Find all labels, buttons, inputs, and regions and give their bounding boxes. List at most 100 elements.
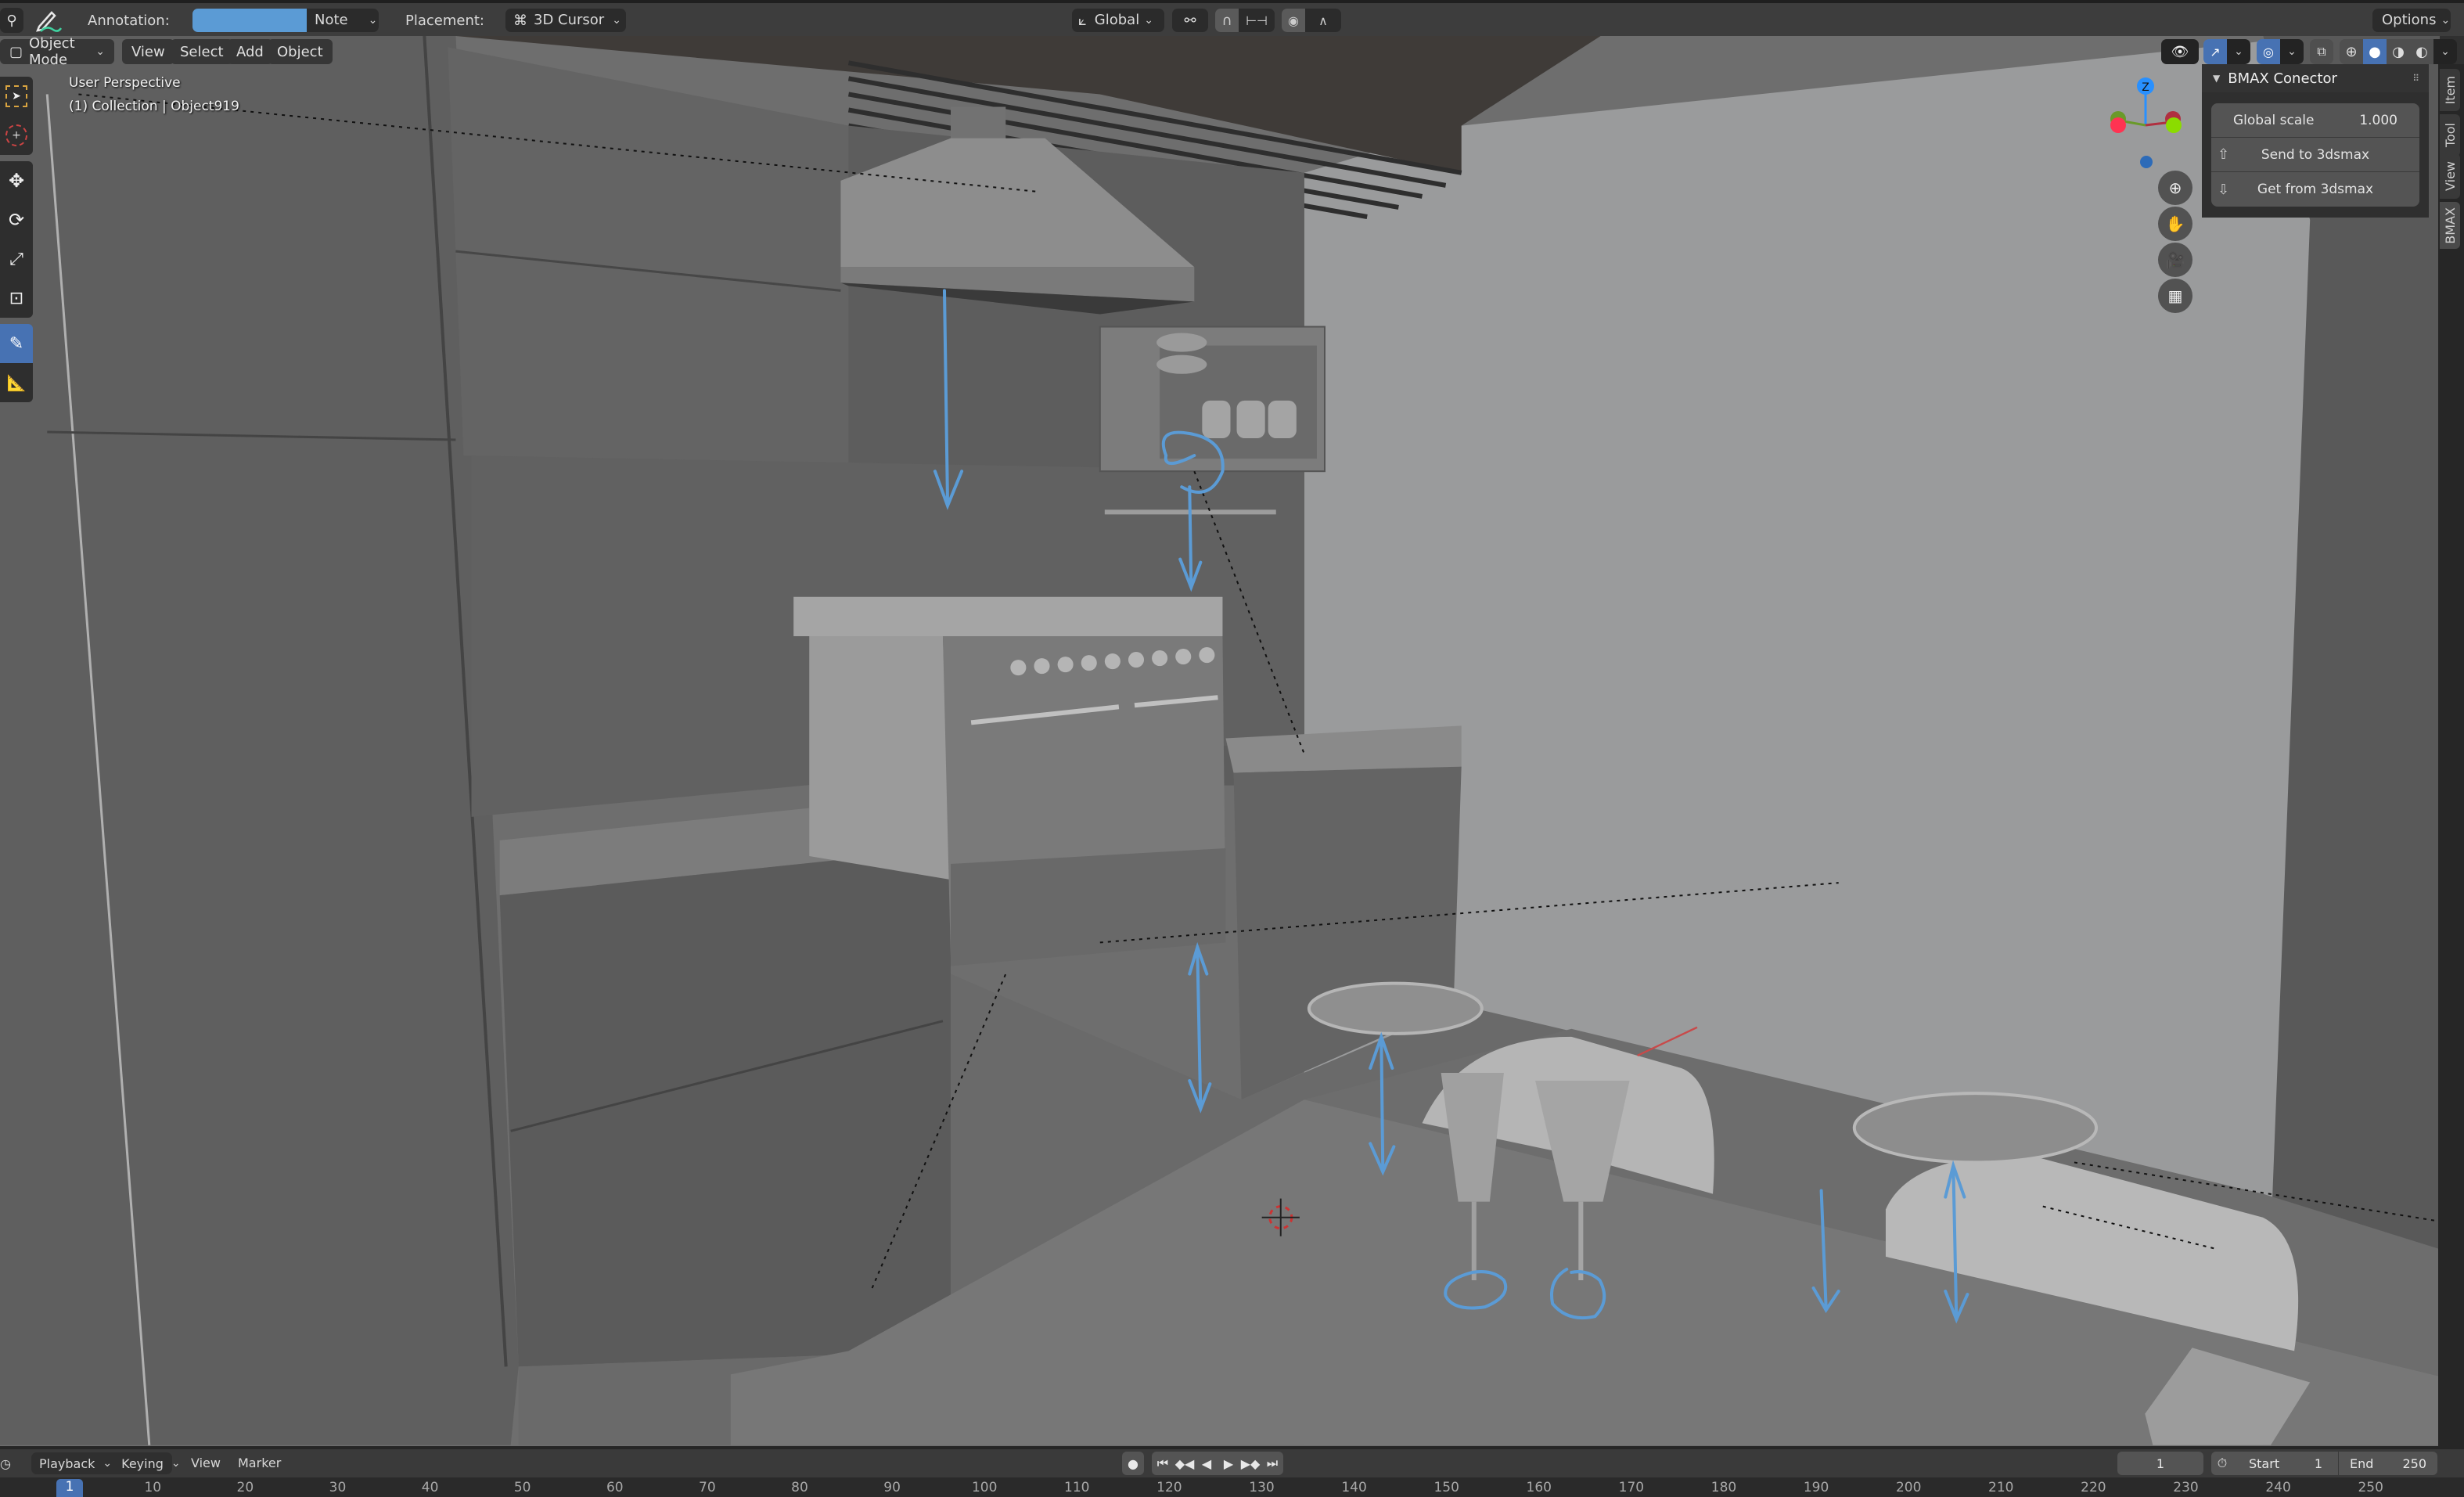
transform-orientation-dropdown[interactable]: ⟀ Global ⌄ <box>1072 9 1164 32</box>
zoom-button[interactable]: ⊕ <box>2158 171 2192 205</box>
prev-keyframe-icon: ◆◀ <box>1174 1456 1195 1471</box>
sidebar-tab-strip <box>2438 64 2464 1446</box>
send-to-3dsmax-button[interactable]: ⇧ Send to 3dsmax <box>2211 138 2419 172</box>
shading-rendered[interactable]: ◐ <box>2410 39 2433 64</box>
gizmo-toggle[interactable]: ↗ <box>2203 39 2227 64</box>
start-frame-field[interactable]: Start 1 <box>2233 1452 2338 1475</box>
menu-playback[interactable]: Playback <box>31 1456 98 1471</box>
menu-add[interactable]: Add <box>227 39 273 64</box>
get-from-3dsmax-button[interactable]: ⇩ Get from 3dsmax <box>2211 172 2419 207</box>
tab-tool[interactable]: Tool <box>2440 114 2460 157</box>
annotate-pencil-icon <box>34 9 63 36</box>
snap-increment-icon: ⊢⊣ <box>1246 13 1268 28</box>
object-mode-dropdown[interactable]: ▢ Object Mode ⌄ <box>0 35 114 68</box>
proportional-editing-toggle[interactable]: ◉ <box>1282 9 1305 32</box>
axis-z-label: Z <box>2142 81 2149 94</box>
options-dropdown[interactable]: Options ⌄ <box>2372 9 2451 32</box>
panel-header[interactable]: ▼ BMAX Conector ⠿ <box>2202 64 2429 92</box>
move-arrows-icon: ✥ <box>8 170 25 192</box>
solid-sphere-icon: ● <box>2369 43 2381 60</box>
menu-view-timeline[interactable]: View <box>191 1456 221 1470</box>
axis-neg-z-handle <box>2140 156 2153 168</box>
pivot-point-dropdown[interactable]: ⚯ <box>1172 9 1208 32</box>
playhead[interactable]: 1 <box>56 1479 83 1497</box>
scene-render[interactable] <box>0 36 2440 1446</box>
gizmo-dropdown[interactable]: ⌄ <box>2227 39 2250 64</box>
annotation-layer-value: Note <box>315 12 348 28</box>
grid-icon: ▦ <box>2167 286 2183 305</box>
drag-grip-icon[interactable]: ⠿ <box>2412 73 2419 84</box>
tab-item[interactable]: Item <box>2440 69 2460 111</box>
pan-button[interactable]: ✋ <box>2158 207 2192 241</box>
camera-icon: 🎥 <box>2165 250 2185 269</box>
selectability-visibility-dropdown[interactable]: 👁 <box>2161 39 2199 64</box>
editor-type-dropdown[interactable]: ◷ <box>0 1452 23 1474</box>
jump-start-button[interactable]: ⏮ <box>1152 1452 1174 1475</box>
xray-toggle[interactable]: ⧉ <box>2310 39 2333 64</box>
play-button[interactable]: ▶ <box>1218 1452 1239 1475</box>
tool-cursor[interactable]: + <box>0 116 33 155</box>
snap-target-dropdown[interactable]: ⊢⊣ <box>1239 9 1275 32</box>
ruler-tick: 200 <box>1895 1480 1922 1495</box>
annotation-color-swatch[interactable] <box>192 9 307 32</box>
jump-end-button[interactable]: ⏭ <box>1261 1452 1283 1475</box>
tab-view[interactable]: View <box>2440 153 2460 199</box>
menu-object[interactable]: Object <box>268 39 333 64</box>
stove-top <box>793 596 1223 636</box>
end-label: End <box>2350 1456 2374 1471</box>
send-label: Send to 3dsmax <box>2261 146 2370 163</box>
tab-item-label: Item <box>2442 75 2458 105</box>
tool-icon-dropdown[interactable]: ⚲ <box>0 8 23 33</box>
ruler-tick: 80 <box>791 1480 808 1495</box>
ortho-toggle-button[interactable]: ▦ <box>2158 279 2192 313</box>
tool-select-box[interactable]: ➤ <box>0 77 33 116</box>
overlays-icon: ◎ <box>2263 44 2274 59</box>
overlays-toggle[interactable]: ◎ <box>2257 39 2280 64</box>
axis-x-handle <box>2110 117 2126 133</box>
record-button[interactable]: ● <box>1122 1452 1144 1475</box>
menu-select[interactable]: Select <box>171 39 233 64</box>
3d-viewport[interactable] <box>0 36 2440 1446</box>
timeline-ruler[interactable]: 1 10 20 30 40 50 60 70 80 90 100 110 120 130 140 150 16… <box>0 1477 2464 1497</box>
overlays-dropdown[interactable]: ⌄ <box>2280 39 2304 64</box>
menu-marker[interactable]: Marker <box>238 1456 281 1470</box>
end-frame-field[interactable]: End 250 <box>2339 1452 2437 1475</box>
current-frame-field[interactable]: 1 <box>2117 1452 2203 1475</box>
shading-solid[interactable]: ● <box>2363 39 2387 64</box>
next-keyframe-icon: ▶◆ <box>1240 1456 1261 1471</box>
collection-info: (1) Collection | Object919 <box>69 99 239 114</box>
tab-bmax[interactable]: BMAX <box>2440 202 2460 249</box>
tool-measure[interactable]: 📐 <box>0 363 33 402</box>
tool-rotate[interactable]: ⟳ <box>0 200 33 239</box>
shading-wireframe[interactable]: ⊕ <box>2340 39 2363 64</box>
play-reverse-button[interactable]: ◀ <box>1196 1452 1218 1475</box>
global-scale-field[interactable]: Global scale 1.000 <box>2211 103 2419 138</box>
get-label: Get from 3dsmax <box>2257 182 2374 197</box>
perspective-label: User Perspective <box>69 75 181 91</box>
navigation-gizmo[interactable]: Z <box>2097 70 2191 172</box>
tool-scale[interactable]: ⤢ <box>0 239 33 279</box>
shading-material[interactable]: ◑ <box>2387 39 2410 64</box>
camera-view-button[interactable]: 🎥 <box>2158 243 2192 277</box>
zoom-magnifier-icon: ⊕ <box>2168 178 2182 197</box>
placement-dropdown[interactable]: ⌘ 3D Cursor ⌄ <box>505 9 626 32</box>
ruler-tick: 190 <box>1803 1480 1829 1495</box>
ruler-tick: 160 <box>1526 1480 1552 1495</box>
menu-keying[interactable]: Keying <box>112 1456 167 1471</box>
sidebar-panel: ▼ BMAX Conector ⠿ Global scale 1.000 ⇧ S… <box>2202 64 2429 218</box>
tool-annotate[interactable]: ✎ <box>0 324 33 363</box>
falloff-dropdown[interactable]: ∧ <box>1305 9 1341 32</box>
prev-keyframe-button[interactable]: ◆◀ <box>1174 1452 1196 1475</box>
menu-view[interactable]: View <box>122 39 174 64</box>
ruler-tick: 120 <box>1156 1480 1182 1495</box>
annotation-layer-dropdown[interactable]: Note ⌄ <box>307 9 379 32</box>
tool-move[interactable]: ✥ <box>0 161 33 200</box>
use-preview-range-toggle[interactable]: ⏱ <box>2211 1452 2233 1475</box>
snap-toggle[interactable]: ∩ <box>1215 9 1239 32</box>
shading-dropdown[interactable]: ⌄ <box>2433 39 2457 64</box>
tool-transform[interactable]: ⊡ <box>0 279 33 318</box>
axis-y-handle <box>2166 117 2182 133</box>
object-mode-icon: ▢ <box>9 43 23 60</box>
transform-icon: ⊡ <box>9 288 24 308</box>
next-keyframe-button[interactable]: ▶◆ <box>1239 1452 1261 1475</box>
